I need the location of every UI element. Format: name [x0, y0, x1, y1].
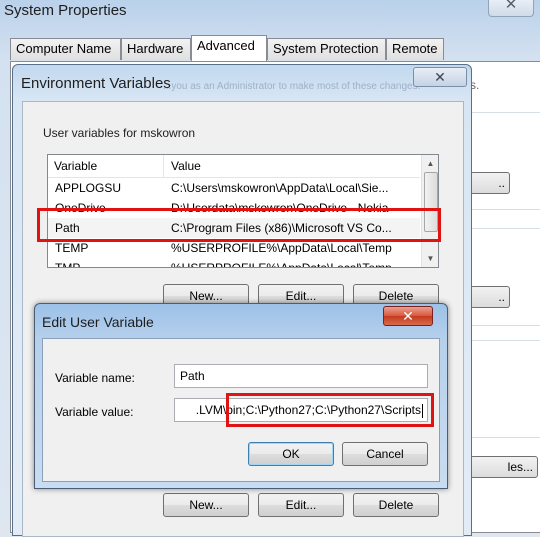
scroll-up-icon[interactable]: ▲: [422, 155, 438, 172]
row-variable: Path: [55, 221, 80, 235]
performance-settings-button[interactable]: ..: [470, 172, 510, 194]
edit-user-variable-panel: Variable name: Path Variable value: .LVM…: [42, 338, 440, 482]
list-row[interactable]: APPLOGSU C:\Users\mskowron\AppData\Local…: [48, 178, 420, 198]
variable-name-field[interactable]: Path: [174, 364, 428, 388]
system-properties-title: System Properties: [4, 2, 127, 19]
performance-group: [468, 112, 540, 210]
close-icon: ✕: [402, 308, 414, 324]
close-icon: ✕: [434, 69, 446, 85]
ok-button[interactable]: OK: [248, 442, 334, 466]
edit-user-variable-dialog: Edit User Variable ✕ Variable name: Path…: [34, 303, 448, 489]
system-edit-button[interactable]: Edit...: [258, 493, 344, 517]
tab-hardware[interactable]: Hardware: [121, 38, 191, 60]
system-delete-button[interactable]: Delete: [353, 493, 439, 517]
scroll-down-icon[interactable]: ▼: [422, 250, 438, 267]
scrollbar-thumb[interactable]: [424, 172, 438, 232]
startup-recovery-group: [468, 340, 540, 438]
variable-value-suffix: C:\Python27;C:\Python27\Scripts: [245, 403, 421, 417]
environment-variables-button[interactable]: les...: [470, 456, 538, 478]
list-row[interactable]: TEMP %USERPROFILE%\AppData\Local\Temp: [48, 238, 420, 258]
list-header: Variable Value: [48, 155, 420, 178]
environment-variables-title: Environment Variables: [21, 75, 171, 92]
system-new-button[interactable]: New...: [163, 493, 249, 517]
row-value: %USERPROFILE%\AppData\Local\Temp: [171, 261, 392, 268]
tab-advanced[interactable]: Advanced: [191, 35, 267, 61]
row-variable: TEMP: [55, 241, 89, 255]
variable-value-field[interactable]: .LVM\bin;C:\Python27;C:\Python27\Scripts: [174, 398, 428, 422]
variable-value-prefix: .LVM\bin;: [195, 403, 246, 417]
list-row[interactable]: OneDrive D:\Userdata\mskowron\OneDrive -…: [48, 198, 420, 218]
variable-name-value: Path: [180, 369, 205, 383]
tab-remote[interactable]: Remote: [386, 38, 444, 60]
close-icon: ✕: [504, 0, 518, 13]
text-caret: [422, 403, 423, 418]
cancel-button[interactable]: Cancel: [342, 442, 428, 466]
edit-user-variable-title: Edit User Variable: [42, 314, 154, 330]
user-variables-label: User variables for mskowron: [43, 126, 196, 140]
column-header-variable[interactable]: Variable: [48, 155, 164, 177]
list-scrollbar[interactable]: ▲ ▼: [421, 155, 438, 267]
tab-computer-name[interactable]: Computer Name: [10, 38, 121, 60]
tab-system-protection[interactable]: System Protection: [267, 38, 386, 60]
admin-note-ghost: ...you as an Administrator to make most …: [163, 81, 421, 92]
column-header-value[interactable]: Value: [165, 155, 420, 177]
row-value: C:\Program Files (x86)\Microsoft VS Co..…: [171, 221, 392, 235]
row-value: C:\Users\mskowron\AppData\Local\Sie...: [171, 181, 389, 195]
variable-value-label: Variable value:: [55, 405, 134, 419]
system-properties-close-button[interactable]: ✕: [488, 0, 534, 17]
variable-name-label: Variable name:: [55, 371, 135, 385]
row-value: D:\Userdata\mskowron\OneDrive - Nokia: [171, 201, 389, 215]
row-variable: TMP: [55, 261, 81, 268]
environment-variables-close-button[interactable]: ✕: [413, 67, 467, 87]
user-profiles-settings-button[interactable]: ..: [470, 286, 510, 308]
row-value: %USERPROFILE%\AppData\Local\Temp: [171, 241, 392, 255]
row-variable: APPLOGSU: [55, 181, 122, 195]
user-profiles-group: [468, 228, 540, 326]
user-variables-list[interactable]: Variable Value APPLOGSU C:\Users\mskowro…: [47, 154, 439, 268]
edit-dialog-close-button[interactable]: ✕: [383, 306, 433, 326]
row-variable: OneDrive: [55, 201, 106, 215]
list-row-path-selected[interactable]: Path C:\Program Files (x86)\Microsoft VS…: [48, 218, 420, 238]
list-row[interactable]: TMP %USERPROFILE%\AppData\Local\Temp: [48, 258, 420, 268]
